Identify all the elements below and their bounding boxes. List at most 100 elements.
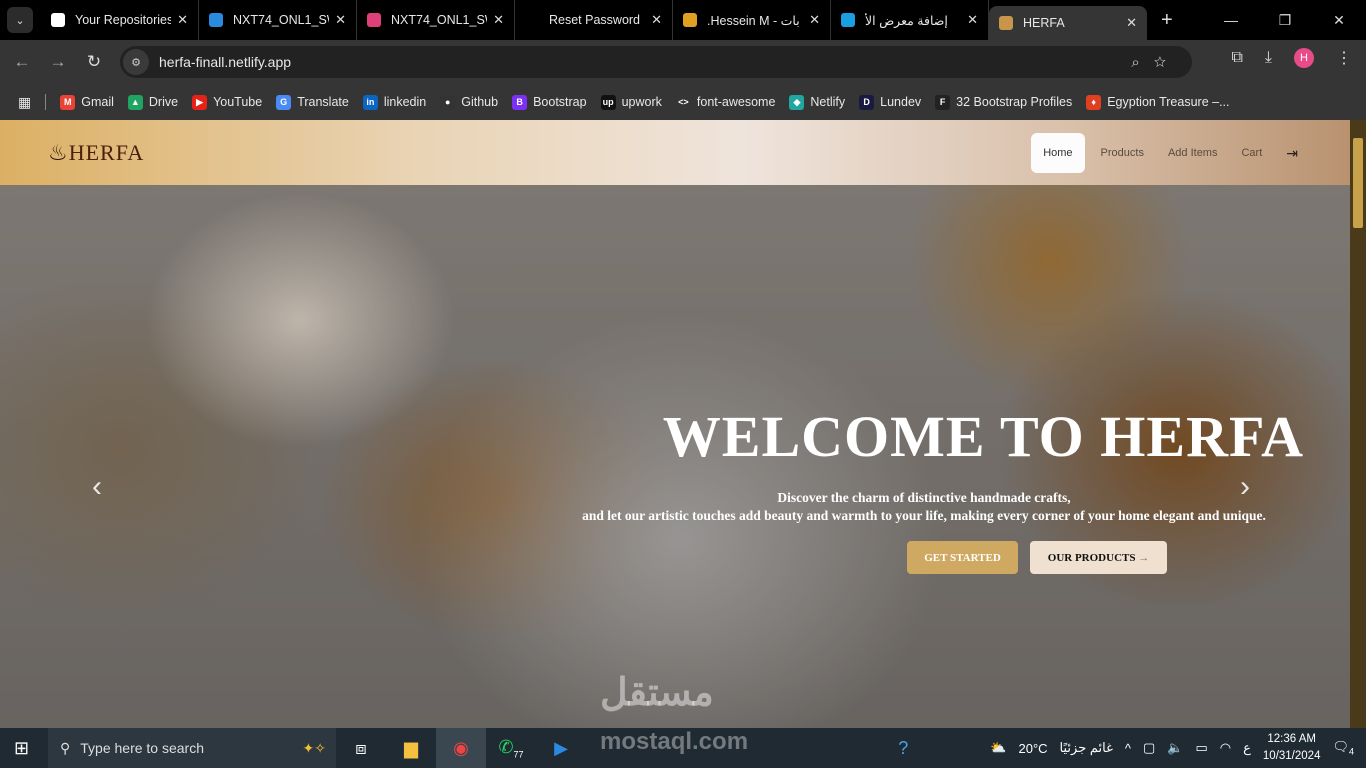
- media-player-icon[interactable]: ▶: [536, 738, 586, 759]
- bookmark-item[interactable]: B Bootstrap: [512, 94, 587, 110]
- hero-title: WELCOME TO HERFA: [662, 404, 1304, 469]
- hero-subtitle: Discover the charm of distinctive handma…: [582, 490, 1266, 523]
- bookmark-item[interactable]: ◆ Netlify: [789, 94, 845, 110]
- bookmark-item[interactable]: D Lundev: [859, 94, 921, 110]
- site-navbar: ♨HERFA Home Products Add Items Cart ⇥: [0, 120, 1350, 185]
- language-indicator[interactable]: ع: [1243, 740, 1251, 756]
- bookmark-icon: M: [60, 94, 76, 110]
- play-icon: [367, 13, 381, 27]
- circle-icon: [841, 13, 855, 27]
- nav-home[interactable]: Home: [1031, 133, 1085, 173]
- site-info-icon[interactable]: ⚙: [123, 49, 149, 75]
- close-tab-icon[interactable]: ✕: [493, 12, 504, 28]
- herfa-icon: [999, 16, 1013, 30]
- search-icon: ⚲: [60, 739, 71, 756]
- arrow-right-icon: →: [1138, 551, 1150, 564]
- browser-tab[interactable]: .Hessein M - بات ✕: [673, 0, 831, 40]
- browser-tab[interactable]: Your Repositories ✕: [41, 0, 199, 40]
- taskbar-search[interactable]: ⚲ Type here to search ✦✧: [48, 728, 336, 768]
- apps-icon[interactable]: ▦: [18, 94, 31, 111]
- camera-icon[interactable]: ▢: [1143, 740, 1155, 756]
- close-window-button[interactable]: ✕: [1312, 12, 1366, 29]
- forward-button[interactable]: →: [40, 52, 76, 72]
- bookmark-item[interactable]: F 32 Bootstrap Profiles: [935, 94, 1072, 110]
- restore-button[interactable]: ❐: [1258, 12, 1312, 29]
- browser-tab[interactable]: NXT74_ONL1_SW ✕: [357, 0, 515, 40]
- wifi-icon[interactable]: ◠: [1220, 740, 1231, 756]
- address-bar[interactable]: ⚙ herfa-finall.netlify.app ⌕☆: [120, 46, 1192, 78]
- extensions-icon[interactable]: ⧉: [1231, 49, 1242, 67]
- nav-cart[interactable]: Cart: [1229, 133, 1274, 173]
- minimize-button[interactable]: —: [1204, 12, 1258, 28]
- close-tab-icon[interactable]: ✕: [967, 12, 978, 28]
- upwork-icon: [525, 13, 539, 27]
- nav-add-items[interactable]: Add Items: [1156, 133, 1230, 173]
- bookmark-item[interactable]: M Gmail: [60, 94, 114, 110]
- volume-icon[interactable]: 🔈: [1167, 740, 1183, 756]
- our-products-button[interactable]: OUR PRODUCTS →: [1030, 541, 1167, 574]
- help-icon[interactable]: ?: [898, 738, 908, 759]
- close-tab-icon[interactable]: ✕: [177, 12, 188, 28]
- battery-icon[interactable]: ▭: [1196, 740, 1208, 756]
- flame-icon: ♨: [48, 140, 69, 165]
- notifications-icon[interactable]: 🗨4: [1332, 739, 1354, 757]
- bookmark-icon: <>: [675, 94, 691, 110]
- nav-products[interactable]: Products: [1089, 133, 1156, 173]
- browser-toolbar: ← → ↻ ⚙ herfa-finall.netlify.app ⌕☆ ⧉ ⤓ …: [0, 40, 1366, 84]
- site-logo[interactable]: ♨HERFA: [48, 140, 144, 166]
- github-icon: [51, 13, 65, 27]
- new-tab-button[interactable]: +: [1161, 9, 1173, 32]
- windows-start-icon[interactable]: ⊞: [14, 738, 29, 759]
- bookmark-item[interactable]: ▶ YouTube: [192, 94, 262, 110]
- bookmark-item[interactable]: ● Github: [440, 94, 498, 110]
- close-tab-icon[interactable]: ✕: [809, 12, 820, 28]
- tab-search-button[interactable]: ⌄: [7, 7, 33, 33]
- bookmark-icon: F: [935, 94, 951, 110]
- browser-tab[interactable]: إضافة معرض الأ ✕: [831, 0, 989, 40]
- bookmark-icon: up: [600, 94, 616, 110]
- show-hidden-icons[interactable]: ^: [1125, 741, 1131, 756]
- bookmark-item[interactable]: up upwork: [600, 94, 662, 110]
- menu-icon[interactable]: ⋮: [1336, 48, 1352, 68]
- get-started-button[interactable]: GET STARTED: [907, 541, 1018, 574]
- file-explorer-icon[interactable]: ▆: [386, 738, 436, 759]
- bookmark-item[interactable]: <> font-awesome: [675, 94, 775, 110]
- close-tab-icon[interactable]: ✕: [1126, 15, 1137, 31]
- download-icon[interactable]: ⤓: [1265, 49, 1272, 67]
- scrollbar[interactable]: [1350, 120, 1366, 728]
- onedrive-icon: [209, 13, 223, 27]
- url-text[interactable]: herfa-finall.netlify.app: [159, 54, 291, 70]
- clock[interactable]: 12:36 AM 10/31/2024: [1263, 731, 1321, 765]
- task-view-icon[interactable]: ⧈: [336, 738, 386, 759]
- bookmark-icon: G: [276, 94, 292, 110]
- bookmark-item[interactable]: G Translate: [276, 94, 349, 110]
- chrome-icon[interactable]: ◉: [436, 728, 486, 768]
- close-tab-icon[interactable]: ✕: [651, 12, 662, 28]
- page-viewport: ♨HERFA Home Products Add Items Cart ⇥ ‹ …: [0, 120, 1350, 728]
- bookmark-item[interactable]: ▲ Drive: [127, 94, 178, 110]
- weather-icon[interactable]: ⛅: [990, 740, 1006, 756]
- browser-tab[interactable]: HERFA ✕: [989, 6, 1147, 40]
- bookmark-item[interactable]: in linkedin: [362, 94, 426, 110]
- tab-strip: ⌄ Your Repositories ✕ NXT74_ONL1_SW ✕ NXT74_…: [0, 0, 1366, 40]
- browser-tab[interactable]: NXT74_ONL1_SW ✕: [199, 0, 357, 40]
- bookmark-icon: ◆: [789, 94, 805, 110]
- bookmark-icon: ▶: [192, 94, 208, 110]
- close-tab-icon[interactable]: ✕: [335, 12, 346, 28]
- carousel-prev-button[interactable]: ‹: [92, 470, 102, 504]
- bookmark-icon: ▲: [127, 94, 143, 110]
- profile-avatar[interactable]: H: [1294, 48, 1314, 68]
- bookmark-item[interactable]: ♦ Egyption Treasure –...: [1086, 94, 1230, 110]
- bookmark-icon: D: [859, 94, 875, 110]
- back-button[interactable]: ←: [4, 52, 40, 72]
- bookmark-icon: ●: [440, 94, 456, 110]
- bookmark-star-icon[interactable]: ☆: [1154, 54, 1180, 71]
- whatsapp-icon[interactable]: ✆77: [486, 737, 536, 760]
- login-icon[interactable]: ⇥: [1274, 133, 1310, 173]
- browser-tab[interactable]: Reset Password ✕: [515, 0, 673, 40]
- reload-button[interactable]: ↻: [76, 52, 112, 72]
- bookmark-icon: ♦: [1086, 94, 1102, 110]
- badge-5-icon: [683, 13, 697, 27]
- zoom-icon[interactable]: ⌕: [1131, 54, 1153, 71]
- bookmark-icon: B: [512, 94, 528, 110]
